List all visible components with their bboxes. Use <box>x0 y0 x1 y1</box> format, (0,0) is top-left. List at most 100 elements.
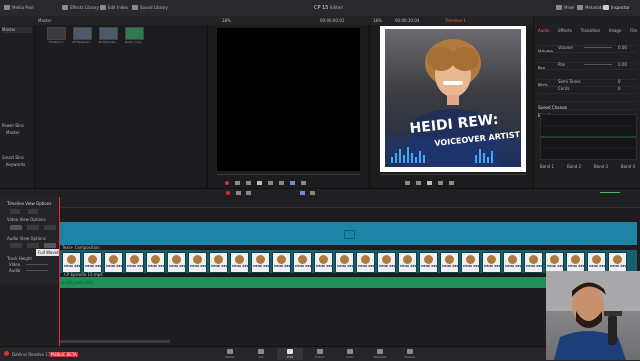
media-clip-audio[interactable] <box>125 27 144 40</box>
page-tab-color[interactable]: Color <box>337 348 363 360</box>
tab-transition[interactable]: Transition <box>581 28 600 36</box>
param-value[interactable]: 0 <box>618 86 621 91</box>
zoom-slider[interactable] <box>600 192 620 193</box>
record-icon[interactable] <box>225 181 229 185</box>
tab-image[interactable]: Image <box>609 28 622 36</box>
timeline-name[interactable]: Timeline 1 <box>445 18 466 23</box>
toolbar-item-metadata[interactable]: Metadata <box>577 5 604 10</box>
media-clip-video[interactable] <box>99 27 118 40</box>
thumbnail-text: HEIDI REW <box>337 264 354 268</box>
no-waveform-icon[interactable] <box>27 243 39 248</box>
tab-effects[interactable]: Effects <box>558 28 572 36</box>
mark-out-icon[interactable] <box>301 181 306 185</box>
color-page-icon <box>347 349 353 354</box>
toolbar-item-media-pool[interactable]: Media Pool <box>4 5 34 10</box>
stop-icon[interactable] <box>416 181 421 185</box>
timeline-scrollbar[interactable] <box>60 340 170 343</box>
page-tab-media[interactable]: Media <box>217 348 243 360</box>
media-pool <box>35 25 208 193</box>
filmstrip-view-icon[interactable] <box>10 225 22 230</box>
blade-tool-icon[interactable] <box>246 191 251 195</box>
page-tab-edit[interactable]: Edit <box>277 348 303 360</box>
power-bins-item[interactable]: Master <box>6 130 20 135</box>
page-tab-cut[interactable]: Cut <box>248 348 274 360</box>
portrait-illustration <box>385 39 521 167</box>
eq-band-label[interactable]: Band 3 <box>594 164 608 171</box>
eq-band-label[interactable]: Band 1 <box>540 164 554 171</box>
video-height-slider[interactable] <box>26 264 48 265</box>
skip-forward-icon[interactable] <box>268 181 273 185</box>
inspector-icon <box>603 5 609 10</box>
selection-tool-icon[interactable] <box>226 191 230 195</box>
toolbar-item-inspector[interactable]: Inspector <box>603 5 630 10</box>
trim-tool-icon[interactable] <box>236 191 241 195</box>
linked-selection-icon[interactable] <box>310 191 315 195</box>
param-value[interactable]: 0.00 <box>618 45 627 50</box>
filmstrip-thumbnail: HEIDI REW <box>461 252 480 273</box>
skip-back-icon[interactable] <box>235 181 240 185</box>
clip-label: Timeline 1 <box>48 40 64 44</box>
full-waveform-icon[interactable] <box>44 243 56 248</box>
waveform-view-icon[interactable] <box>10 243 22 248</box>
media-clip-video[interactable] <box>73 27 92 40</box>
timeline-scrubber[interactable] <box>380 174 526 175</box>
sound-library-icon <box>132 5 138 10</box>
param-label: Cents <box>558 86 570 91</box>
filmstrip-thumbnail: HEIDI REW <box>314 252 333 273</box>
page-tab-fairlight[interactable]: Fairlight <box>367 348 393 360</box>
thumbnail-face <box>172 255 181 264</box>
simple-view-icon[interactable] <box>44 225 56 230</box>
toolbar-item-sound-library[interactable]: Sound Library <box>132 5 168 10</box>
stop-icon[interactable] <box>246 181 251 185</box>
timeline-transport-controls <box>405 179 515 187</box>
section-equalizer[interactable]: Equalizer <box>538 102 637 118</box>
toolbar-item-edit-index[interactable]: Edit Index <box>100 5 128 10</box>
webcam-overlay <box>546 271 640 360</box>
stack-timelines-icon[interactable] <box>10 209 20 214</box>
source-scrubber[interactable] <box>217 174 360 175</box>
eq-band-label[interactable]: Band 4 <box>621 164 635 171</box>
playhead[interactable] <box>59 197 60 347</box>
smart-bins-item[interactable]: Keywords <box>6 162 25 167</box>
tab-audio[interactable]: Audio <box>538 28 549 36</box>
bin-item-master[interactable]: Master <box>2 27 32 33</box>
param-row: Volume 0.00 <box>538 45 637 53</box>
volume-slider[interactable] <box>584 47 612 48</box>
section-speed-change[interactable]: Speed Change <box>538 94 637 110</box>
play-icon[interactable] <box>427 181 432 185</box>
edit-index-icon <box>100 5 106 10</box>
thumbnail-text: HEIDI REW <box>148 264 165 268</box>
loop-icon[interactable] <box>449 181 454 185</box>
param-value[interactable]: 0.00 <box>618 62 627 67</box>
mark-in-icon[interactable] <box>290 181 295 185</box>
skip-back-icon[interactable] <box>405 181 410 185</box>
page-label: Media <box>225 355 235 359</box>
subtitle-tracks-icon[interactable] <box>28 209 38 214</box>
source-viewer-screen[interactable] <box>217 28 360 171</box>
audio-height-slider[interactable] <box>26 270 48 271</box>
eq-bands: Band 1 Band 2 Band 3 Band 4 <box>540 164 635 171</box>
tab-file[interactable]: File <box>630 28 637 36</box>
eq-graph[interactable] <box>540 114 637 160</box>
toolbar-item-mixer[interactable]: Mixer <box>556 5 575 10</box>
skip-forward-icon[interactable] <box>438 181 443 185</box>
snapping-icon[interactable] <box>300 191 305 195</box>
thumbnail-view-icon[interactable] <box>27 225 39 230</box>
param-value[interactable]: 0 <box>618 79 621 84</box>
fusion-page-icon <box>317 349 323 354</box>
thumbnail-text: HEIDI REW <box>232 264 249 268</box>
filmstrip-thumbnail: HEIDI REW <box>503 252 522 273</box>
pan-slider[interactable] <box>584 64 612 65</box>
eq-band-label[interactable]: Band 2 <box>567 164 581 171</box>
page-tab-fusion[interactable]: Fusion <box>307 348 333 360</box>
toolbar-item-effects-library[interactable]: Effects Library <box>62 5 99 10</box>
thumbnail-text: HEIDI REW <box>484 264 501 268</box>
timeline-zoom[interactable]: 18% <box>373 18 382 23</box>
timeline-ruler[interactable] <box>60 197 640 208</box>
page-tab-deliver[interactable]: Deliver <box>397 348 423 360</box>
source-zoom[interactable]: 18% <box>222 18 231 23</box>
loop-icon[interactable] <box>279 181 284 185</box>
thumbnail-text: HEIDI REW <box>526 264 543 268</box>
media-clip-timeline[interactable] <box>47 27 66 40</box>
play-icon[interactable] <box>257 181 262 185</box>
